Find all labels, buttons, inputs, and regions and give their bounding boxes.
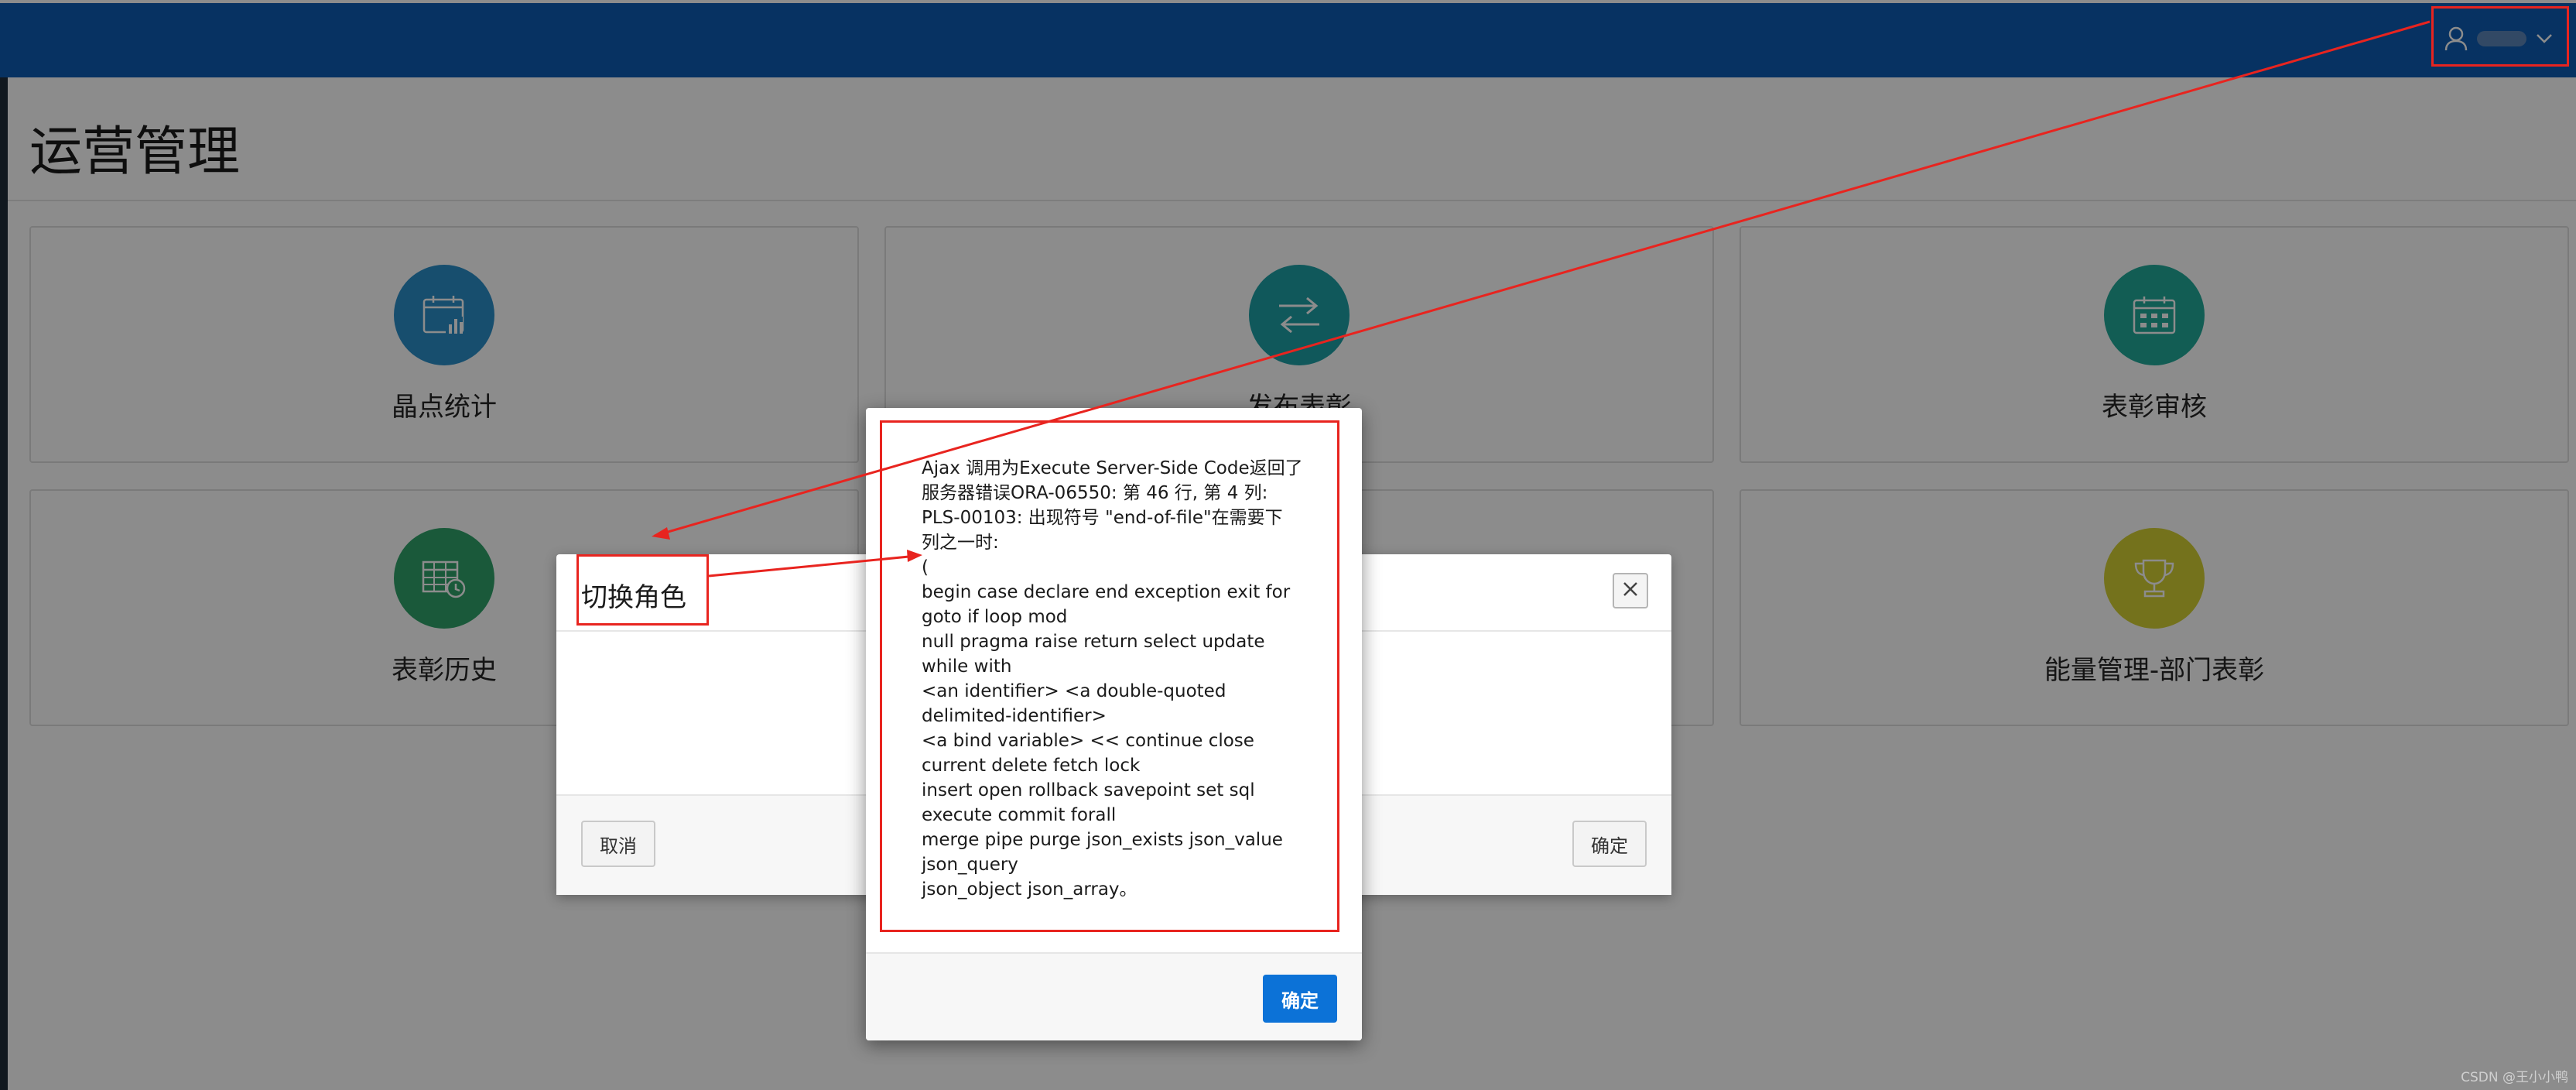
alert-footer: 确定 [866, 952, 1362, 1040]
watermark: CSDN @王小小鸭 [2461, 1070, 2568, 1085]
annotation-box-error-message [880, 420, 1339, 932]
annotation-box-user-menu [2431, 6, 2569, 67]
close-button[interactable] [1613, 573, 1648, 608]
ok-button[interactable]: 确定 [1263, 975, 1337, 1023]
cancel-button[interactable]: 取消 [581, 821, 655, 867]
annotation-box-dialog-title [576, 554, 709, 626]
confirm-button[interactable]: 确定 [1572, 821, 1647, 867]
close-icon [1621, 580, 1640, 602]
